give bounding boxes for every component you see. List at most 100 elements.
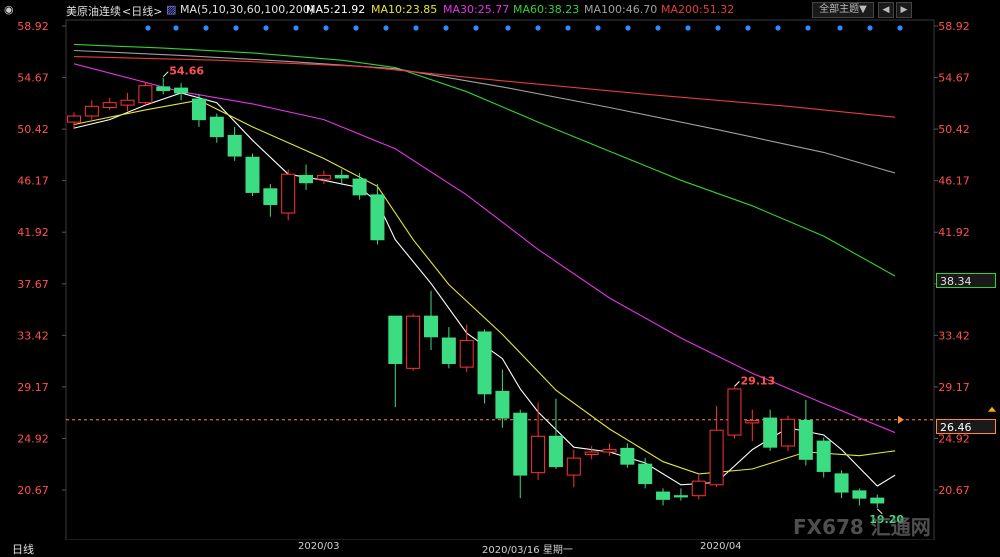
candle-body-16 (352, 178, 367, 196)
candle-body-41 (798, 419, 813, 460)
candle-body-32 (638, 463, 653, 485)
current-price-tag: 26.46 (936, 419, 996, 434)
y-tick-left-4: 41.92 (17, 226, 49, 239)
candle-body-7 (191, 98, 206, 121)
event-dot-10 (443, 25, 449, 31)
annotation-label-1: 29.13 (740, 374, 775, 387)
candle-body-9 (227, 134, 242, 157)
candle-body-11 (263, 188, 278, 206)
event-dot-2 (203, 25, 209, 31)
y-tick-left-1: 54.67 (17, 72, 49, 85)
event-dot-24 (867, 25, 873, 31)
candle-body-43 (834, 473, 849, 493)
y-tick-right-9: 20.67 (938, 484, 970, 497)
y-tick-right-3: 46.17 (938, 175, 970, 188)
candle-body-33 (656, 491, 671, 500)
candle-body-42 (816, 440, 831, 472)
candle-body-3 (120, 99, 135, 106)
candle-body-34 (673, 495, 688, 498)
y-tick-left-8: 24.92 (17, 432, 49, 445)
candle-body-29 (584, 451, 599, 455)
candle-body-44 (852, 490, 867, 499)
candle-body-23 (477, 331, 492, 395)
y-tick-right-7: 29.17 (938, 381, 970, 394)
candle-body-19 (406, 315, 421, 369)
candle-body-21 (441, 337, 456, 364)
y-tick-right-2: 50.42 (938, 123, 970, 136)
event-dot-6 (323, 25, 329, 31)
candle-body-2 (102, 102, 117, 109)
candle-body-25 (513, 412, 528, 476)
y-tick-right-4: 41.92 (938, 226, 970, 239)
candle-body-27 (548, 435, 563, 468)
annotation-pointer-1 (734, 381, 740, 387)
y-tick-left-9: 20.67 (17, 484, 49, 497)
candle-body-36 (709, 429, 724, 486)
candle-body-24 (495, 390, 510, 419)
y-tick-left-2: 50.42 (17, 123, 49, 136)
candle-body-5 (156, 86, 171, 92)
candle-body-26 (531, 435, 546, 474)
event-dot-18 (685, 25, 691, 31)
candle-body-0 (67, 115, 81, 123)
y-tick-left-0: 58.92 (17, 20, 49, 33)
candle-body-10 (245, 156, 260, 193)
event-dot-0 (145, 25, 151, 31)
annotation-pointer-0 (162, 71, 169, 78)
current-price-up-arrow (988, 406, 996, 412)
event-dot-8 (383, 25, 389, 31)
plot-frame (65, 19, 935, 541)
candle-body-14 (316, 174, 331, 180)
y-tick-right-0: 58.92 (938, 20, 970, 33)
event-dot-22 (805, 25, 811, 31)
annotation-label-0: 54.66 (169, 65, 204, 78)
candle-body-6 (174, 87, 189, 94)
candlestick-chart[interactable]: 58.92 58.92 54.67 54.67 50.42 50.42 46.17 46.17… (0, 0, 1000, 555)
candle-body-8 (209, 116, 224, 138)
candle-body-30 (602, 449, 617, 453)
event-dot-11 (473, 25, 479, 31)
date-label-mar: 2020/03 (298, 541, 340, 552)
y-tick-left-6: 33.42 (17, 329, 49, 342)
event-dot-15 (595, 25, 601, 31)
event-dot-20 (745, 25, 751, 31)
candle-body-39 (763, 417, 778, 448)
candle-body-1 (84, 105, 99, 117)
event-dot-14 (565, 25, 571, 31)
event-dot-23 (837, 25, 843, 31)
event-dot-25 (897, 25, 903, 31)
event-dot-13 (535, 25, 541, 31)
event-dot-7 (353, 25, 359, 31)
candle-body-12 (281, 173, 296, 214)
candle-body-13 (299, 174, 314, 184)
candle-body-15 (334, 174, 349, 179)
candle-body-28 (566, 457, 581, 476)
candle-body-31 (620, 447, 635, 465)
candle-body-17 (370, 194, 385, 241)
y-tick-right-1: 54.67 (938, 72, 970, 85)
candle-body-22 (459, 339, 474, 368)
date-label-crosshair: 2020/03/16 星期一 (482, 545, 573, 556)
date-label-apr: 2020/04 (700, 541, 742, 552)
event-dot-5 (293, 25, 299, 31)
candle-body-40 (781, 418, 795, 447)
candle-body-20 (424, 315, 438, 338)
event-dot-21 (775, 25, 781, 31)
candle-body-4 (138, 85, 153, 104)
y-tick-right-6: 33.42 (938, 329, 970, 342)
event-dot-3 (233, 25, 239, 31)
y-tick-left-3: 46.17 (17, 175, 49, 188)
event-dot-9 (413, 25, 419, 31)
candle-body-45 (870, 497, 885, 504)
candle-body-38 (745, 419, 760, 424)
event-dot-19 (715, 25, 721, 31)
y-tick-left-5: 37.67 (17, 278, 49, 291)
candle-body-18 (388, 315, 403, 364)
event-dot-1 (173, 25, 179, 31)
time-axis-bar: 日线 2020/03 2020/03/16 星期一 2020/04 (0, 540, 1000, 556)
candle-body-35 (691, 480, 706, 497)
watermark-logo: FX678 汇通网 (793, 515, 931, 539)
candle-body-37 (727, 388, 742, 436)
event-dot-16 (625, 25, 631, 31)
y-tick-left-7: 29.17 (17, 381, 49, 394)
